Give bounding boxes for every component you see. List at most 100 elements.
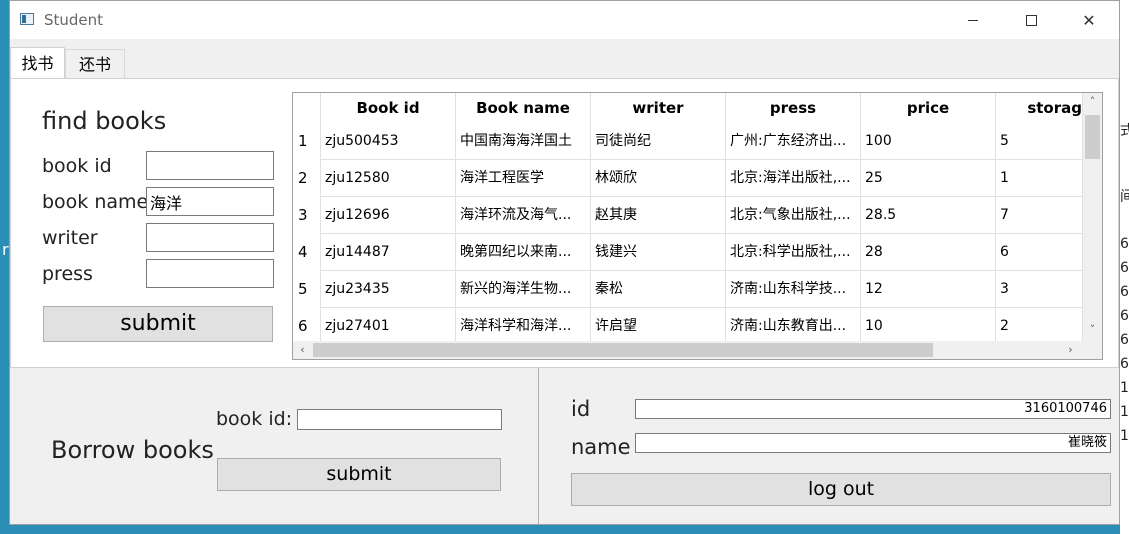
maximize-icon <box>1025 14 1037 26</box>
table-row[interactable]: 3 zju12696 海洋环流及海气... 赵其庚 北京:气象出版社,... 2… <box>293 197 1083 234</box>
row-number[interactable]: 6 <box>293 308 321 345</box>
app-icon <box>20 13 34 25</box>
column-header-press[interactable]: press <box>726 93 861 123</box>
cell-writer[interactable]: 秦松 <box>591 271 726 308</box>
writer-label: writer <box>42 227 98 249</box>
borrow-book-id-input[interactable] <box>297 409 502 430</box>
cell-book-id[interactable]: zju500453 <box>321 123 456 160</box>
cell-book-name[interactable]: 晚第四纪以来南... <box>456 234 591 271</box>
cell-storage[interactable]: 2 <box>996 308 1083 345</box>
cell-price[interactable]: 100 <box>861 123 996 160</box>
logout-button[interactable]: log out <box>571 473 1111 506</box>
scroll-left-icon[interactable]: ‹ <box>293 343 312 356</box>
vertical-scroll-thumb[interactable] <box>1085 115 1100 159</box>
row-number[interactable]: 1 <box>293 123 321 160</box>
cell-press[interactable]: 济南:山东科学技... <box>726 271 861 308</box>
tab-return-books[interactable]: 还书 <box>65 49 125 79</box>
background-text: 6, <box>1120 308 1129 324</box>
background-text: 1, <box>1120 404 1129 420</box>
cell-price[interactable]: 12 <box>861 271 996 308</box>
table-row[interactable]: 5 zju23435 新兴的海洋生物... 秦松 济南:山东科学技... 12 … <box>293 271 1083 308</box>
cell-storage[interactable]: 3 <box>996 271 1083 308</box>
cell-book-name[interactable]: 新兴的海洋生物... <box>456 271 591 308</box>
column-header-book-id[interactable]: Book id <box>321 93 456 123</box>
row-number[interactable]: 3 <box>293 197 321 234</box>
cell-book-id[interactable]: zju23435 <box>321 271 456 308</box>
cell-storage[interactable]: 7 <box>996 197 1083 234</box>
cell-writer[interactable]: 钱建兴 <box>591 234 726 271</box>
cell-press[interactable]: 广州:广东经济出... <box>726 123 861 160</box>
cell-writer[interactable]: 赵其庚 <box>591 197 726 234</box>
column-header-storage[interactable]: storag <box>996 93 1083 123</box>
cell-book-id[interactable]: zju12696 <box>321 197 456 234</box>
cell-price[interactable]: 28 <box>861 234 996 271</box>
student-window: Student ✕ 找书 还书 find books book id book … <box>9 0 1120 525</box>
vertical-scrollbar[interactable]: ˄ ˅ <box>1083 93 1102 341</box>
writer-input[interactable] <box>146 223 274 252</box>
find-submit-button[interactable]: submit <box>43 306 273 342</box>
cell-writer[interactable]: 司徒尚纪 <box>591 123 726 160</box>
tab-bar: 找书 还书 <box>10 47 1119 79</box>
background-text: 1, <box>1120 428 1129 444</box>
horizontal-scrollbar[interactable]: ‹ › <box>293 341 1102 359</box>
cell-book-name[interactable]: 海洋工程医学 <box>456 160 591 197</box>
tab-find-books[interactable]: 找书 <box>10 47 65 79</box>
table-row[interactable]: 2 zju12580 海洋工程医学 林颂欣 北京:海洋出版社,... 25 1 <box>293 160 1083 197</box>
find-books-title: find books <box>42 107 167 135</box>
close-button[interactable]: ✕ <box>1066 1 1112 39</box>
minimize-button[interactable] <box>950 1 996 39</box>
borrow-submit-button[interactable]: submit <box>217 458 501 491</box>
column-header-price[interactable]: price <box>861 93 996 123</box>
cell-book-name[interactable]: 海洋环流及海气... <box>456 197 591 234</box>
title-bar[interactable]: Student ✕ <box>10 1 1119 39</box>
row-number[interactable]: 4 <box>293 234 321 271</box>
borrow-books-title: Borrow books <box>51 436 214 464</box>
books-table: Book id Book name writer press price sto… <box>292 92 1103 360</box>
cell-book-id[interactable]: zju14487 <box>321 234 456 271</box>
table-row[interactable]: 1 zju500453 中国南海海洋国土 司徒尚纪 广州:广东经济出... 10… <box>293 123 1083 160</box>
table-row[interactable]: 6 zju27401 海洋科学和海洋... 许启望 济南:山东教育出... 10… <box>293 308 1083 345</box>
press-input[interactable] <box>146 259 274 288</box>
cell-storage[interactable]: 5 <box>996 123 1083 160</box>
cell-storage[interactable]: 1 <box>996 160 1083 197</box>
horizontal-scroll-thumb[interactable] <box>313 343 933 357</box>
close-icon: ✕ <box>1082 10 1096 30</box>
maximize-button[interactable] <box>1008 1 1054 39</box>
cell-book-id[interactable]: zju12580 <box>321 160 456 197</box>
background-text: 1, <box>1120 380 1129 396</box>
column-header-book-name[interactable]: Book name <box>456 93 591 123</box>
cell-storage[interactable]: 6 <box>996 234 1083 271</box>
cell-press[interactable]: 北京:科学出版社,... <box>726 234 861 271</box>
book-id-input[interactable] <box>146 151 274 180</box>
press-label: press <box>42 263 93 285</box>
table-corner[interactable] <box>293 93 321 123</box>
cell-book-name[interactable]: 海洋科学和海洋... <box>456 308 591 345</box>
minimize-icon <box>968 19 978 21</box>
row-number[interactable]: 2 <box>293 160 321 197</box>
table-row[interactable]: 4 zju14487 晚第四纪以来南... 钱建兴 北京:科学出版社,... 2… <box>293 234 1083 271</box>
table-header: Book id Book name writer press price sto… <box>293 93 1083 123</box>
column-header-writer[interactable]: writer <box>591 93 726 123</box>
cell-price[interactable]: 25 <box>861 160 996 197</box>
cell-press[interactable]: 北京:气象出版社,... <box>726 197 861 234</box>
row-number[interactable]: 5 <box>293 271 321 308</box>
cell-price[interactable]: 28.5 <box>861 197 996 234</box>
background-text: 6, <box>1120 356 1129 372</box>
cell-press[interactable]: 北京:海洋出版社,... <box>726 160 861 197</box>
cell-book-id[interactable]: zju27401 <box>321 308 456 345</box>
user-info-panel: id 3160100746 name 崔晓筱 log out <box>539 368 1119 524</box>
background-text: 间 <box>1120 189 1129 205</box>
borrow-books-panel: Borrow books book id: submit <box>10 368 539 524</box>
cell-book-name[interactable]: 中国南海海洋国土 <box>456 123 591 160</box>
cell-price[interactable]: 10 <box>861 308 996 345</box>
scroll-down-icon[interactable]: ˅ <box>1083 323 1102 336</box>
borrow-book-id-label: book id: <box>216 408 293 430</box>
cell-writer[interactable]: 许启望 <box>591 308 726 345</box>
scroll-right-icon[interactable]: › <box>1061 343 1080 356</box>
background-text: 6, <box>1120 284 1129 300</box>
book-name-input[interactable] <box>146 187 274 216</box>
user-name-label: name <box>571 435 631 459</box>
cell-writer[interactable]: 林颂欣 <box>591 160 726 197</box>
scroll-up-icon[interactable]: ˄ <box>1083 95 1102 108</box>
cell-press[interactable]: 济南:山东教育出... <box>726 308 861 345</box>
